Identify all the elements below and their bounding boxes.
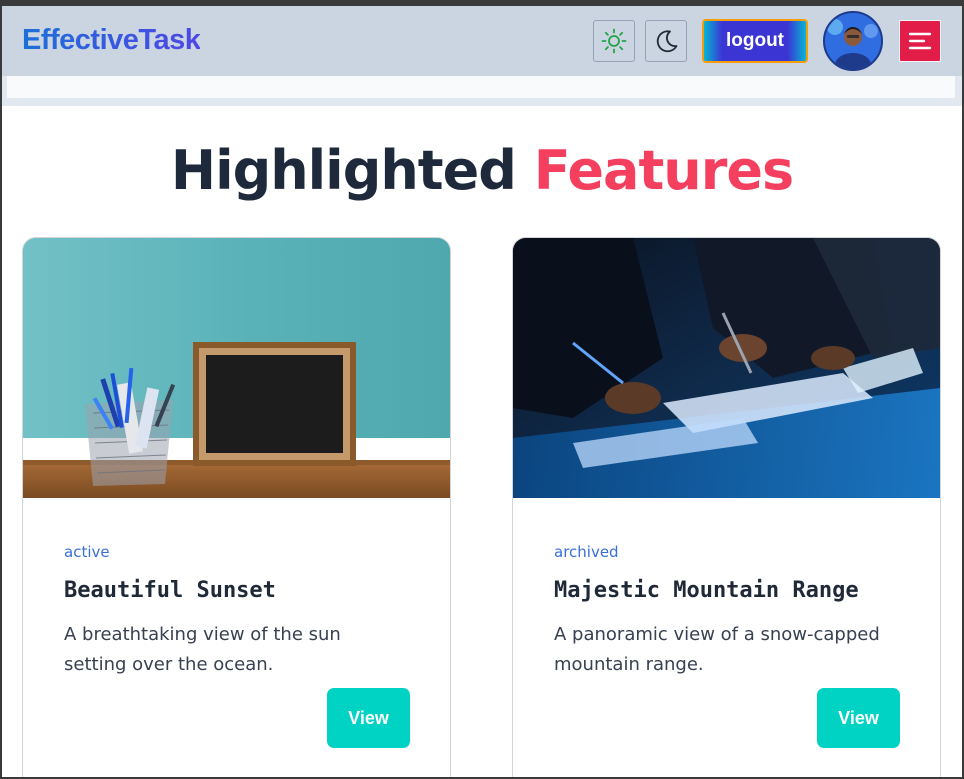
heading-word-1: Highlighted xyxy=(170,139,517,202)
dark-theme-button[interactable] xyxy=(645,20,687,62)
sub-navbar-panel xyxy=(7,76,955,98)
view-button[interactable]: View xyxy=(817,688,900,748)
card-description: A panoramic view of a snow-capped mounta… xyxy=(554,624,880,675)
sun-icon xyxy=(601,28,627,54)
moon-icon xyxy=(656,30,678,53)
navbar: EffectiveTask logout xyxy=(2,6,962,76)
section-heading: Highlighted Features xyxy=(2,139,962,202)
hamburger-menu-icon xyxy=(908,32,932,50)
card-title: Majestic Mountain Range xyxy=(554,578,859,603)
card-title: Beautiful Sunset xyxy=(64,578,276,603)
card-description: A breathtaking view of the sun setting o… xyxy=(64,624,341,675)
heading-word-2: Features xyxy=(533,139,794,202)
brand-logo[interactable]: EffectiveTask xyxy=(22,24,201,57)
user-photo xyxy=(825,13,881,69)
card-status: archived xyxy=(554,543,619,561)
light-theme-button[interactable] xyxy=(593,20,635,62)
avatar[interactable] xyxy=(823,11,883,71)
sub-navbar xyxy=(2,76,962,106)
browser-viewport: EffectiveTask logout Highlighted Feature… xyxy=(2,2,962,777)
menu-button[interactable] xyxy=(899,20,941,62)
card-status: active xyxy=(64,543,110,561)
card-image-business-meeting xyxy=(513,238,940,498)
feature-card: active Beautiful Sunset A breathtaking v… xyxy=(22,237,451,777)
card-image-chalkboard xyxy=(23,238,450,498)
feature-card: archived Majestic Mountain Range A panor… xyxy=(512,237,941,777)
logout-button[interactable]: logout xyxy=(702,19,808,63)
view-button[interactable]: View xyxy=(327,688,410,748)
